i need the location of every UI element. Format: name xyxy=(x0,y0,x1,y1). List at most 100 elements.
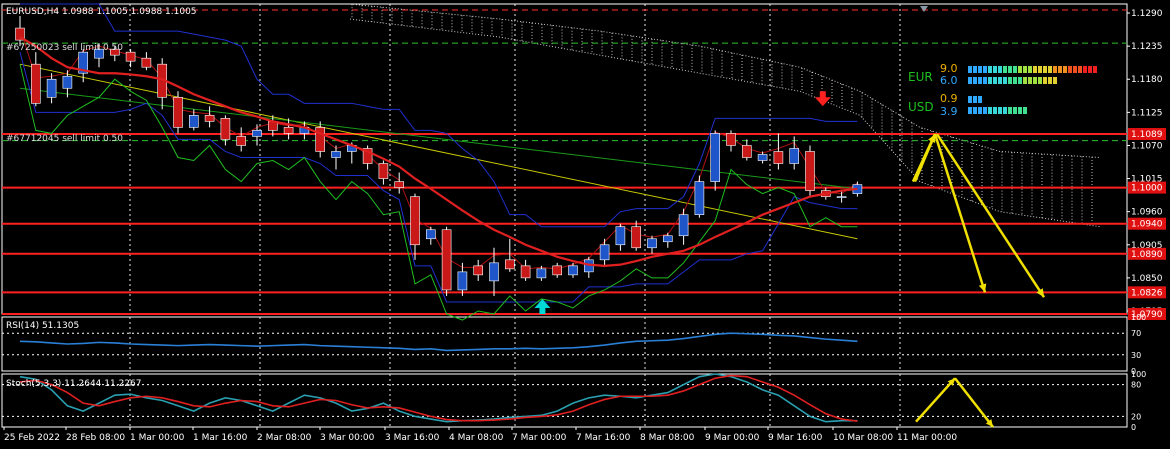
eur-meter-2 xyxy=(988,77,992,84)
sell-signal-icon xyxy=(814,91,831,107)
candle-body xyxy=(726,133,736,146)
projection-line xyxy=(913,133,937,183)
main-price-panel: 1.12901.12351.11801.11251.10701.10151.09… xyxy=(1,3,1166,428)
y-tick-label: 1.1180 xyxy=(1131,75,1163,85)
chart-svg: 1.12901.12351.11801.11251.10701.10151.09… xyxy=(1,3,1166,443)
eur-meter-1 xyxy=(1003,66,1007,73)
candle-body xyxy=(836,196,847,198)
eur-meter-2 xyxy=(968,77,972,84)
candle-body xyxy=(441,229,452,291)
chart-header-title: EURUSD,H4 1.0988 1.1005 1.0988 1.1005 xyxy=(6,7,197,17)
candle-body xyxy=(741,145,752,158)
eur-meter-1 xyxy=(1038,66,1042,73)
eur-meter-1 xyxy=(1008,66,1012,73)
x-tick-label: 7 Mar 16:00 xyxy=(576,433,631,443)
eur-meter-1 xyxy=(998,66,1002,73)
x-tick-label: 1 Mar 00:00 xyxy=(130,433,185,443)
candle-body xyxy=(204,115,215,122)
eur-meter-2 xyxy=(1013,77,1017,84)
candle-body xyxy=(489,262,499,282)
candle-body xyxy=(662,235,673,243)
x-tick-label: 10 Mar 08:00 xyxy=(833,433,893,443)
eur-meter-1 xyxy=(968,66,972,73)
usd-meter-2 xyxy=(983,107,987,114)
eur-meter-1 xyxy=(1023,66,1027,73)
candle-body xyxy=(678,214,689,237)
candle-body xyxy=(552,265,563,276)
x-tick-label: 2 Mar 08:00 xyxy=(257,433,312,443)
rsi-tick-label: 70 xyxy=(1131,329,1141,338)
green-line xyxy=(19,64,858,321)
eur-meter-1 xyxy=(1033,66,1037,73)
eur-meter-2 xyxy=(1003,77,1007,84)
envelope-lower xyxy=(19,52,858,303)
usd-meter-2 xyxy=(978,107,982,114)
y-tick-label: 1.1290 xyxy=(1131,9,1163,19)
x-tick-label: 9 Mar 16:00 xyxy=(768,433,823,443)
candle-body xyxy=(757,154,768,161)
usd-meter-2 xyxy=(1023,107,1027,114)
eur-meter-1 xyxy=(1043,66,1047,73)
eur-meter-1 xyxy=(1073,66,1077,73)
usd-meter-2 xyxy=(988,107,992,114)
eur-meter-1 xyxy=(1028,66,1032,73)
y-tick-label: 1.1070 xyxy=(1131,141,1163,151)
usd-meter-2 xyxy=(998,107,1002,114)
eur-meter-1 xyxy=(983,66,987,73)
projection-down-arrow-1 xyxy=(933,133,987,293)
eur-meter-2 xyxy=(1028,77,1032,84)
candle-body xyxy=(189,115,199,128)
price-label: 1.0890 xyxy=(1131,250,1163,260)
eur-meter-1 xyxy=(1088,66,1092,73)
stoch-tick-label: 0 xyxy=(1131,423,1136,432)
rsi-panel: 10070300 xyxy=(2,313,1146,376)
buy-signal-icon xyxy=(534,298,551,314)
price-label: 1.1089 xyxy=(1131,130,1163,140)
eur-meter-1 xyxy=(1048,66,1052,73)
eur-meter-2 xyxy=(978,77,982,84)
eur-meter-2 xyxy=(1008,77,1012,84)
x-tick-label: 9 Mar 00:00 xyxy=(705,433,760,443)
rsi-tick-label: 100 xyxy=(1131,313,1146,322)
eur-meter-2 xyxy=(1053,77,1057,84)
eur-meter-2 xyxy=(973,77,977,84)
candle-body xyxy=(631,226,642,249)
eur-meter-1 xyxy=(1058,66,1062,73)
candle-body xyxy=(457,271,468,291)
rsi-tick-label: 30 xyxy=(1131,351,1141,360)
usd-value-2: 3.9 xyxy=(940,105,958,118)
usd-meter-2 xyxy=(1018,107,1022,114)
eur-meter-1 xyxy=(988,66,992,73)
eur-meter-2 xyxy=(1018,77,1022,84)
y-tick-label: 1.1235 xyxy=(1131,42,1163,52)
eur-meter-1 xyxy=(1013,66,1017,73)
eur-meter-2 xyxy=(1023,77,1027,84)
y-tick-label: 1.0960 xyxy=(1131,208,1163,218)
usd-value-1: 0.9 xyxy=(940,92,958,105)
candle-body xyxy=(647,238,657,249)
x-tick-label: 25 Feb 2022 xyxy=(4,433,60,443)
eur-value-2: 6.0 xyxy=(940,74,958,87)
candle-body xyxy=(236,136,246,146)
projection-down-arrow-1-head xyxy=(978,283,987,293)
candle-body xyxy=(773,151,784,164)
usd-label: USD xyxy=(908,100,934,114)
candle-body xyxy=(283,127,294,134)
stoch-up-arrow xyxy=(915,377,956,423)
candle-body xyxy=(568,265,578,276)
eur-meter-1 xyxy=(973,66,977,73)
eur-meter-2 xyxy=(1043,77,1047,84)
x-tick-label: 1 Mar 16:00 xyxy=(193,433,248,443)
eur-label: EUR xyxy=(908,70,933,84)
eur-meter-2 xyxy=(998,77,1002,84)
candle-body xyxy=(315,127,326,152)
eur-meter-2 xyxy=(1038,77,1042,84)
ma-slow xyxy=(19,63,858,240)
candle-body xyxy=(62,75,73,89)
eur-meter-1 xyxy=(978,66,982,73)
candle-body xyxy=(520,265,531,279)
x-tick-label: 3 Mar 16:00 xyxy=(385,433,440,443)
eur-meter-1 xyxy=(993,66,997,73)
eur-meter-2 xyxy=(993,77,997,84)
x-tick-label: 7 Mar 00:00 xyxy=(512,433,567,443)
